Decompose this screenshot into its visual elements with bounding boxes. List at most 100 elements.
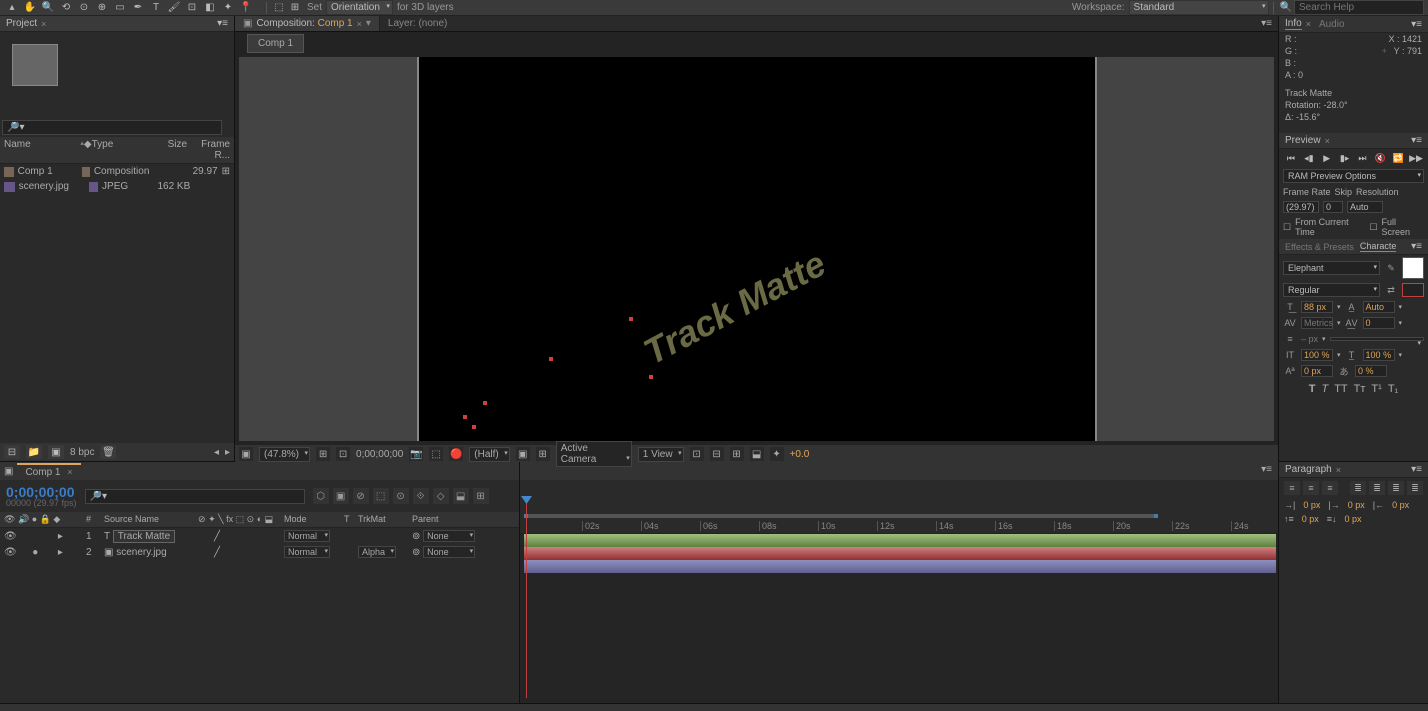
stroke-style-dropdown[interactable] <box>1330 337 1424 341</box>
col-mode[interactable]: Mode <box>284 514 344 525</box>
timeline-layer-row[interactable]: 👁 ▸ 1 T Track Matte ╱ Normal ⊚ None <box>0 528 519 544</box>
first-frame-icon[interactable]: ⏮ <box>1283 151 1299 165</box>
interpret-footage-icon[interactable]: ⊟ <box>4 445 20 459</box>
effects-presets-tab[interactable]: Effects & Presets <box>1285 242 1354 252</box>
roto-tool[interactable]: ✦ <box>220 1 236 15</box>
shy-switch-icon[interactable]: ⊘ <box>198 514 206 524</box>
mute-icon[interactable]: 🔇 <box>1372 151 1388 165</box>
tsume-input[interactable]: 0 % <box>1355 365 1387 377</box>
resolution-dropdown[interactable]: (Half) <box>469 447 509 462</box>
align-left-button[interactable]: ≡ <box>1284 481 1300 495</box>
comp-mini-flowchart-icon[interactable]: ⬡ <box>313 488 329 504</box>
space-after-value[interactable]: 0 px <box>1345 514 1362 524</box>
quality-switch-icon[interactable]: ╲ <box>218 514 223 524</box>
space-before-value[interactable]: 0 px <box>1302 514 1319 524</box>
font-style-dropdown[interactable]: Regular <box>1283 283 1380 297</box>
col-name-header[interactable]: Name <box>4 139 80 161</box>
transform-handle[interactable] <box>549 357 553 361</box>
close-icon[interactable]: × <box>1306 19 1311 29</box>
timeline-tracks[interactable] <box>520 534 1278 703</box>
audio-tab[interactable]: Audio <box>1319 19 1345 30</box>
transparency-icon[interactable]: ⊞ <box>536 447 550 461</box>
panel-menu-icon[interactable]: ▾≡ <box>1411 241 1422 252</box>
project-item[interactable]: scenery.jpg JPEG 162 KB <box>0 179 234 194</box>
render-queue-icon[interactable]: ▣ <box>0 464 17 479</box>
lock-col-icon[interactable]: 🔒 <box>40 514 51 524</box>
justify-left-button[interactable]: ≣ <box>1350 481 1366 495</box>
layer-name[interactable]: scenery.jpg <box>116 547 166 558</box>
layer-bar-1[interactable] <box>524 547 1276 560</box>
item-options-icon[interactable]: ⊞ <box>222 166 230 177</box>
close-icon[interactable]: × <box>357 19 362 29</box>
timeline-ruler[interactable]: 02s 04s 06s 08s 10s 12s 14s 16s 18s 20s … <box>520 498 1278 534</box>
video-col-icon[interactable]: 👁 <box>4 514 15 524</box>
kerning-input[interactable]: Metrics <box>1301 317 1333 329</box>
pixel-aspect-icon[interactable]: ⊡ <box>690 447 704 461</box>
panel-menu-icon[interactable]: ▾≡ <box>1255 16 1278 31</box>
bpc-button[interactable]: 8 bpc <box>70 447 94 458</box>
col-size-header[interactable]: Size <box>149 139 187 161</box>
scroll-left-icon[interactable]: ◂ <box>214 447 219 458</box>
canvas-text-layer[interactable]: Track Matte <box>637 243 833 374</box>
justify-all-button[interactable]: ≣ <box>1407 481 1423 495</box>
exposure-value[interactable]: +0.0 <box>790 449 810 460</box>
transform-handle[interactable] <box>472 425 476 429</box>
indent-first-value[interactable]: 0 px <box>1348 500 1365 510</box>
next-frame-icon[interactable]: ▮▸ <box>1337 151 1353 165</box>
project-panel-tab[interactable]: Project × ▾≡ <box>0 16 234 32</box>
video-toggle[interactable]: 👁 <box>4 531 17 542</box>
expand-icon[interactable]: ⊞ <box>473 488 489 504</box>
rgb-icon[interactable]: 🔴 <box>449 447 463 461</box>
project-item[interactable]: Comp 1 Composition 29.97 ⊞ <box>0 164 234 179</box>
trash-icon[interactable]: 🗑 <box>100 445 116 459</box>
grid-icon[interactable]: ⊞ <box>316 447 330 461</box>
faux-italic-button[interactable]: T <box>1321 383 1328 395</box>
col-trkmat[interactable]: TrkMat <box>358 514 412 525</box>
info-tab[interactable]: Info <box>1285 18 1302 30</box>
faux-bold-button[interactable]: T <box>1309 383 1316 395</box>
frame-blend-switch-icon[interactable]: ⬚ <box>236 514 245 524</box>
blend-mode-dropdown[interactable]: Normal <box>284 530 330 542</box>
blend-mode-dropdown[interactable]: Normal <box>284 546 330 558</box>
selection-tool[interactable]: ▴ <box>4 1 20 15</box>
adjustment-switch-icon[interactable]: ◐ <box>257 514 262 524</box>
clone-tool[interactable]: ⊡ <box>184 1 200 15</box>
motion-blur-icon[interactable]: ⊙ <box>393 488 409 504</box>
new-folder-icon[interactable]: 📁 <box>26 445 42 459</box>
indent-right-value[interactable]: 0 px <box>1392 500 1409 510</box>
loop-icon[interactable]: 🔁 <box>1390 151 1406 165</box>
puppet-tool[interactable]: 📍 <box>238 1 254 15</box>
close-icon[interactable]: × <box>1325 136 1330 146</box>
snapshot-icon[interactable]: 📷 <box>409 447 423 461</box>
parent-dropdown[interactable]: None <box>423 546 475 558</box>
project-search-input[interactable] <box>2 120 222 135</box>
justify-center-button[interactable]: ≣ <box>1369 481 1385 495</box>
transform-handle[interactable] <box>483 401 487 405</box>
zoom-tool[interactable]: 🔍 <box>40 1 56 15</box>
camera-tool[interactable]: ⊙ <box>76 1 92 15</box>
panel-menu-icon[interactable]: ▾≡ <box>1411 135 1422 146</box>
col-framerate-header[interactable]: Frame R... <box>187 139 230 161</box>
axis-toggle[interactable]: ⬚ <box>271 1 287 15</box>
comp-sub-tab[interactable]: Comp 1 <box>247 34 304 53</box>
layer-bar-2[interactable] <box>524 560 1276 573</box>
3d-switch-icon[interactable]: ⬓ <box>265 514 274 524</box>
transform-handle[interactable] <box>463 415 467 419</box>
preview-panel-header[interactable]: Preview× ▾≡ <box>1279 133 1428 149</box>
expand-layer-icon[interactable]: ▸ <box>58 547 63 558</box>
timeline-icon[interactable]: ⊞ <box>730 447 744 461</box>
hide-shy-icon[interactable]: ⊘ <box>353 488 369 504</box>
solo-col-icon[interactable]: ● <box>32 514 37 524</box>
label-col-icon[interactable]: ◆ <box>84 139 92 161</box>
superscript-button[interactable]: T¹ <box>1371 383 1381 395</box>
font-size-input[interactable]: 88 px <box>1301 301 1333 313</box>
rect-tool[interactable]: ▭ <box>112 1 128 15</box>
paragraph-panel-header[interactable]: Paragraph× ▾≡ <box>1279 462 1428 478</box>
collapse-switch-icon[interactable]: ✦ <box>208 514 216 524</box>
pen-tool[interactable]: ✒ <box>130 1 146 15</box>
search-help-input[interactable] <box>1294 0 1424 15</box>
layer-tab[interactable]: Layer: (none) <box>380 16 455 31</box>
font-family-dropdown[interactable]: Elephant <box>1283 261 1380 275</box>
fx-switch-icon[interactable]: fx <box>226 514 233 524</box>
ram-options-dropdown[interactable]: RAM Preview Options <box>1283 169 1424 183</box>
